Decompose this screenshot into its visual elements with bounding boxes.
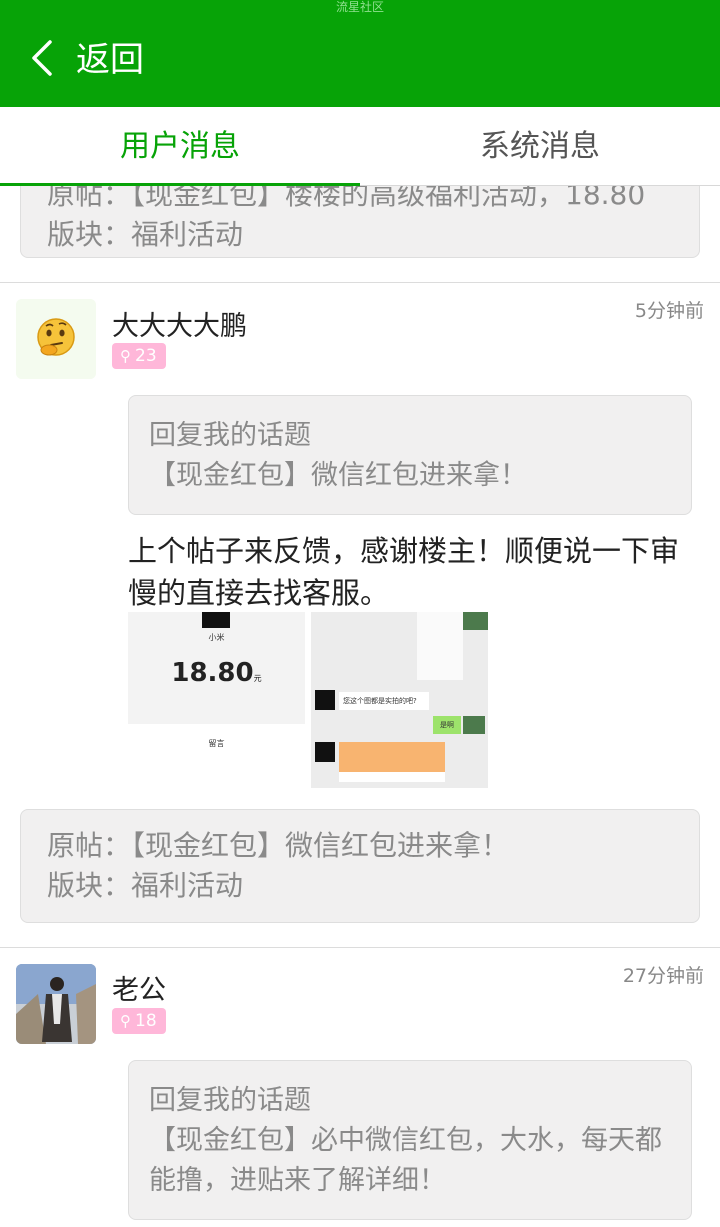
chat-avatar [315, 742, 335, 762]
back-label: 返回 [76, 40, 144, 80]
amount-unit: 元 [253, 674, 262, 683]
quote-title: 回复我的话题 [149, 420, 311, 451]
timestamp: 5分钟前 [634, 300, 704, 322]
chat-reply-bubble: 是啊 [433, 716, 461, 734]
message-tabs: 用户消息 系统消息 [0, 107, 720, 186]
amount-display: 18.80元 [128, 658, 305, 688]
original-post-title: 原帖：【现金红包】楼楼的高级福利活动，18.80 [47, 186, 646, 211]
username[interactable]: 老公 [112, 968, 166, 1007]
section-label: 版块：福利活动 [47, 218, 244, 251]
level-value: 23 [135, 346, 157, 366]
amount-value: 18.80 [171, 658, 254, 688]
chat-bubble: 您这个图都是实拍的吧? [339, 692, 429, 710]
chevron-left-icon [28, 38, 56, 82]
contact-avatar [463, 716, 485, 734]
reply-image-1[interactable]: 小米 18.80元 留言 [128, 612, 305, 788]
quoted-topic-box[interactable]: 回复我的话题 【现金红包】必中微信红包，大水，每天都能撸，进贴来了解详细！ [128, 1060, 692, 1220]
key-icon: ⚲ [120, 1012, 131, 1030]
level-badge: ⚲ 18 [112, 1008, 166, 1034]
quote-title: 回复我的话题 [149, 1085, 311, 1116]
back-button[interactable]: 返回 [28, 38, 144, 82]
red-packet-bubble [339, 742, 445, 772]
top-bar: 流星社区 返回 [0, 0, 720, 107]
original-post-title: 原帖：【现金红包】微信红包进来拿！ [47, 829, 510, 862]
username[interactable]: 大大大大鹏 [112, 304, 247, 343]
reply-image-2[interactable]: 您这个图都是实拍的吧? 是啊 [311, 612, 488, 788]
tab-system-messages[interactable]: 系统消息 [360, 107, 720, 186]
divider [0, 947, 720, 948]
timestamp: 27分钟前 [622, 965, 704, 987]
active-tab-indicator [0, 183, 360, 186]
sender-name: 小米 [208, 633, 225, 642]
chat-panel [417, 612, 463, 680]
app-title: 流星社区 [335, 0, 384, 14]
image-footer-label: 留言 [208, 739, 225, 748]
avatar[interactable] [16, 964, 96, 1044]
quoted-topic-box[interactable]: 回复我的话题 【现金红包】微信红包进来拿！ [128, 395, 692, 515]
avatar[interactable] [16, 299, 96, 379]
red-packet-footer [339, 772, 445, 782]
section-label: 版块：福利活动 [47, 869, 244, 902]
logo-icon [202, 612, 230, 628]
divider [0, 282, 720, 283]
quote-text: 【现金红包】必中微信红包，大水，每天都能撸，进贴来了解详细！ [149, 1125, 662, 1196]
original-post-box[interactable]: 原帖：【现金红包】微信红包进来拿！ 版块：福利活动 [20, 809, 700, 923]
key-icon: ⚲ [120, 347, 131, 365]
level-badge: ⚲ 23 [112, 343, 166, 369]
thinking-face-icon [16, 299, 96, 379]
message-list[interactable]: 原帖：【现金红包】楼楼的高级福利活动，18.80 版块：福利活动 大大大大鹏 5… [0, 186, 720, 1227]
quote-text: 【现金红包】微信红包进来拿！ [149, 460, 527, 491]
tab-user-messages[interactable]: 用户消息 [0, 107, 360, 186]
image-bottom-panel [128, 724, 305, 788]
person-photo-icon [16, 964, 96, 1044]
contact-avatar [463, 612, 488, 630]
level-value: 18 [135, 1011, 157, 1031]
reply-text: 上个帖子来反馈，感谢楼主！顺便说一下审慢的直接去找客服。 [128, 534, 680, 610]
chat-avatar [315, 690, 335, 710]
original-post-box[interactable]: 原帖：【现金红包】楼楼的高级福利活动，18.80 版块：福利活动 [20, 186, 700, 258]
